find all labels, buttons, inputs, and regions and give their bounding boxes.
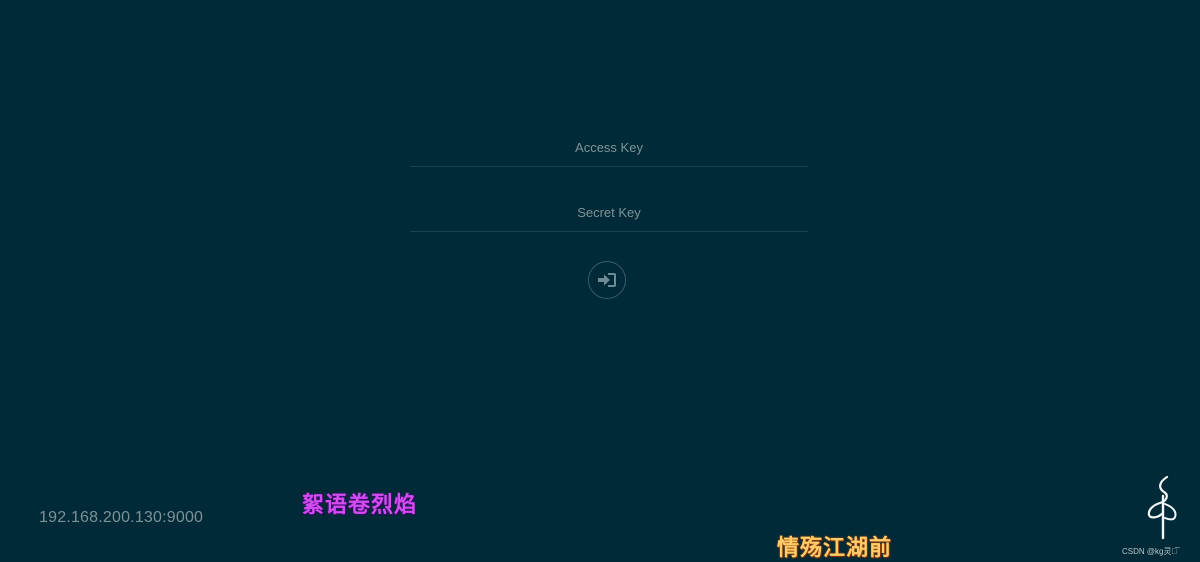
login-page: 192.168.200.130:9000 絮语卷烈焰 情殇江湖前 CSDN @k… <box>0 0 1200 562</box>
login-submit-button[interactable] <box>588 261 626 299</box>
access-key-input[interactable] <box>410 128 808 166</box>
login-form <box>410 128 808 258</box>
server-address: 192.168.200.130:9000 <box>39 509 204 526</box>
watermark: CSDN @kg灵韵̅ <box>1122 547 1178 556</box>
secret-key-field-wrapper <box>410 193 808 232</box>
lyric-overlay-1: 絮语卷烈焰 <box>302 493 418 518</box>
minio-logo-icon <box>1143 474 1183 542</box>
secret-key-input[interactable] <box>410 193 808 231</box>
sign-in-icon <box>597 272 617 288</box>
lyric-overlay-2: 情殇江湖前 <box>777 536 893 561</box>
access-key-field-wrapper <box>410 128 808 167</box>
